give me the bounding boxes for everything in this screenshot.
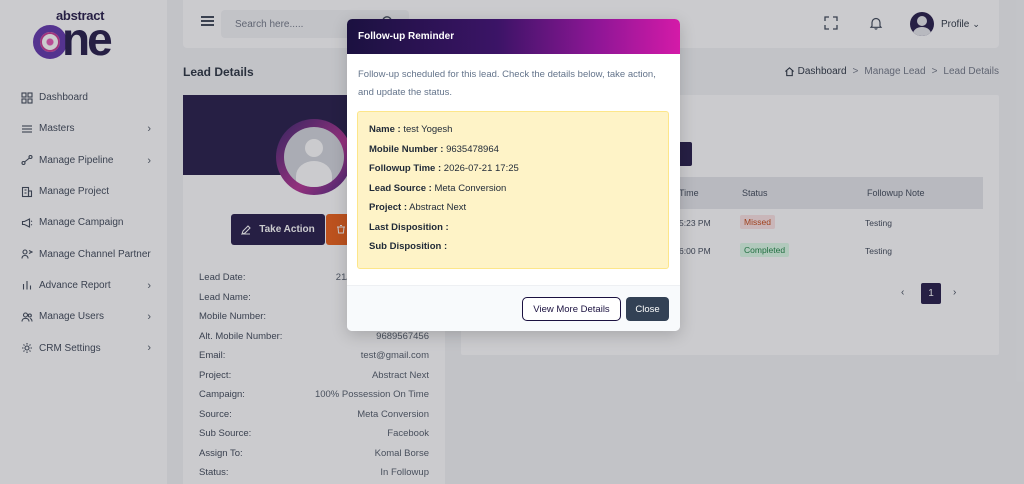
info-value: Abstract Next: [409, 202, 467, 213]
close-button[interactable]: Close: [626, 297, 669, 321]
info-row: Project : Abstract Next: [369, 202, 466, 213]
info-value: 9635478964: [446, 143, 499, 155]
modal-footer: View More Details Close: [347, 285, 680, 331]
info-row: Sub Disposition :: [369, 241, 447, 252]
info-key: Mobile Number :: [369, 143, 444, 155]
info-key: Name :: [369, 124, 401, 135]
followup-reminder-modal: Follow-up Reminder Follow-up scheduled f…: [347, 19, 680, 331]
info-key: Last Disposition :: [369, 221, 449, 233]
info-value: 2026-07-21 17:25: [443, 163, 519, 174]
modal-header: Follow-up Reminder: [347, 19, 680, 54]
view-more-details-button[interactable]: View More Details: [522, 297, 621, 321]
info-key: Followup Time :: [369, 163, 442, 174]
info-key: Lead Source :: [369, 182, 432, 194]
followup-info-box: Name : test Yogesh Mobile Number : 963547…: [357, 111, 669, 269]
info-key: Sub Disposition :: [369, 241, 448, 252]
info-row: Name : test Yogesh: [369, 124, 452, 135]
info-value: Meta Conversion: [434, 182, 507, 194]
info-row: Last Disposition :: [369, 222, 449, 233]
info-value: test Yogesh: [403, 124, 453, 135]
modal-title: Follow-up Reminder: [358, 31, 455, 42]
info-key: Project :: [369, 202, 408, 213]
modal-description: Follow-up scheduled for this lead. Check…: [358, 69, 656, 98]
info-row: Followup Time : 2026-07-21 17:25: [369, 163, 519, 174]
info-row: Mobile Number : 9635478964: [369, 144, 499, 155]
info-row: Lead Source : Meta Conversion: [369, 183, 506, 194]
